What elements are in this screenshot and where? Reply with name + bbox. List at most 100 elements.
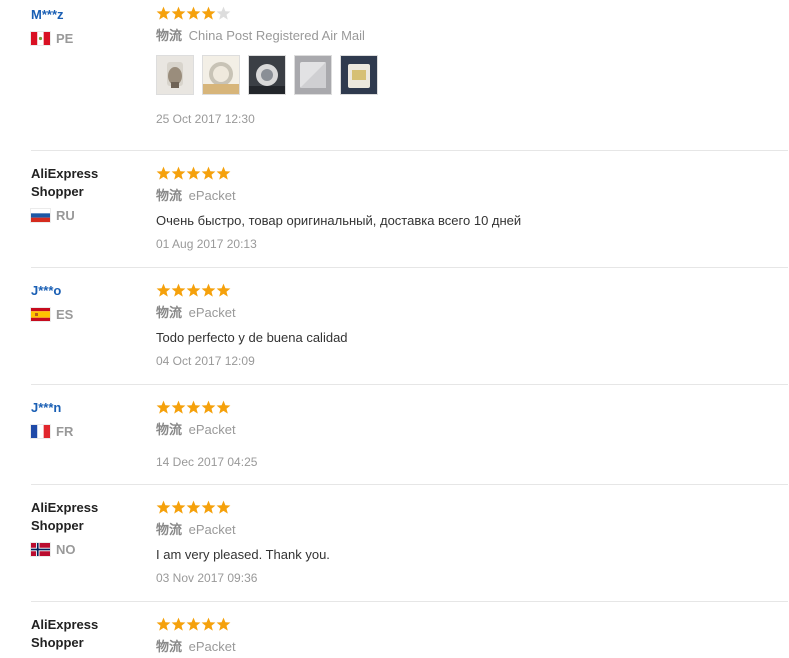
spain-flag-icon [31,308,50,321]
review-item: AliExpress Shopper NO 物流 ePacket I am ve… [31,485,788,602]
shipping-label: 物流 [156,639,183,654]
star-filled-icon [156,166,171,180]
review-item: M***z PE 物流 China Post Registered Air Ma… [31,0,788,151]
shipping-value: ePacket [188,522,236,537]
shipping-method: 物流 ePacket [156,305,788,321]
shipping-method: 物流 ePacket [156,639,788,655]
reviewer-name: AliExpress Shopper [31,500,99,533]
review-item: AliExpress Shopper RU 物流 ePacket Очень б… [31,151,788,268]
reviewer-info: M***z PE [31,6,151,46]
star-rating [156,283,788,299]
shipping-label: 物流 [156,422,183,437]
star-filled-icon [201,283,216,297]
review-date: 14 Dec 2017 04:25 [156,455,258,469]
reviewer-info: AliExpress Shopper RU [31,165,111,223]
star-rating [156,6,788,22]
star-filled-icon [171,283,186,297]
review-item: AliExpress Shopper 物流 ePacket [31,602,788,658]
star-empty-icon [216,6,231,20]
star-filled-icon [201,617,216,631]
star-filled-icon [156,500,171,514]
feedback-list: M***z PE 物流 China Post Registered Air Ma… [0,0,789,658]
norway-flag-icon [31,543,50,556]
star-filled-icon [186,283,201,297]
star-filled-icon [201,500,216,514]
star-filled-icon [171,6,186,20]
reviewer-info: J***n FR [31,399,151,439]
shipping-method: 物流 China Post Registered Air Mail [156,28,788,44]
star-filled-icon [156,617,171,631]
product-photo-3[interactable] [248,55,286,95]
star-filled-icon [186,500,201,514]
russia-flag-icon [31,209,50,222]
product-photo-1[interactable] [156,55,194,95]
country-code: PE [56,31,74,46]
review-date: 04 Oct 2017 12:09 [156,354,255,368]
star-filled-icon [216,500,231,514]
reviewer-country: PE [31,31,151,46]
reviewer-country: ES [31,307,151,322]
reviewer-info: J***o ES [31,282,151,322]
shipping-label: 物流 [156,28,183,43]
star-filled-icon [201,6,216,20]
star-filled-icon [186,400,201,414]
reviewer-name: AliExpress Shopper [31,617,99,650]
review-item: J***o ES 物流 ePacket Todo perfecto y de b… [31,268,788,385]
country-code: RU [56,208,75,223]
shipping-label: 物流 [156,188,183,203]
shipping-label: 物流 [156,305,183,320]
star-rating [156,500,788,516]
reviewer-name-link[interactable]: J***o [31,282,151,300]
star-filled-icon [171,166,186,180]
star-filled-icon [201,400,216,414]
country-code: ES [56,307,74,322]
review-date: 03 Nov 2017 09:36 [156,571,258,585]
star-rating [156,166,788,182]
shipping-label: 物流 [156,522,183,537]
review-comment: I am very pleased. Thank you. [156,547,330,562]
shipping-method: 物流 ePacket [156,522,788,538]
country-code: FR [56,424,74,439]
reviewer-name: AliExpress Shopper [31,166,99,199]
star-filled-icon [156,283,171,297]
reviewer-name-link[interactable]: M***z [31,6,151,24]
reviewer-country: NO [31,542,111,557]
star-filled-icon [156,400,171,414]
country-code: NO [56,542,76,557]
star-filled-icon [171,400,186,414]
star-filled-icon [186,6,201,20]
reviewer-country: RU [31,208,111,223]
shipping-method: 物流 ePacket [156,422,788,438]
shipping-value: ePacket [188,305,236,320]
review-comment: Todo perfecto y de buena calidad [156,330,348,345]
shipping-value: ePacket [188,422,236,437]
reviewer-name-link[interactable]: J***n [31,399,151,417]
reviewer-info: AliExpress Shopper [31,616,111,652]
reviewer-info: AliExpress Shopper NO [31,499,111,557]
product-photo-2[interactable] [202,55,240,95]
review-date: 01 Aug 2017 20:13 [156,237,257,251]
star-filled-icon [171,617,186,631]
reviewer-country: FR [31,424,151,439]
star-filled-icon [186,166,201,180]
star-filled-icon [186,617,201,631]
shipping-value: China Post Registered Air Mail [188,28,365,43]
star-rating [156,617,788,633]
review-comment: Очень быстро, товар оригинальный, достав… [156,213,522,228]
star-filled-icon [171,500,186,514]
shipping-value: ePacket [188,188,236,203]
peru-flag-icon [31,32,50,45]
star-filled-icon [156,6,171,20]
shipping-value: ePacket [188,639,236,654]
review-photos [156,55,788,95]
product-photo-5[interactable] [340,55,378,95]
shipping-method: 物流 ePacket [156,188,788,204]
star-filled-icon [216,166,231,180]
star-filled-icon [216,400,231,414]
product-photo-4[interactable] [294,55,332,95]
star-filled-icon [201,166,216,180]
review-item: J***n FR 物流 ePacket 14 Dec 2017 04:25 [31,385,788,485]
star-filled-icon [216,617,231,631]
review-date: 25 Oct 2017 12:30 [156,112,255,126]
france-flag-icon [31,425,50,438]
